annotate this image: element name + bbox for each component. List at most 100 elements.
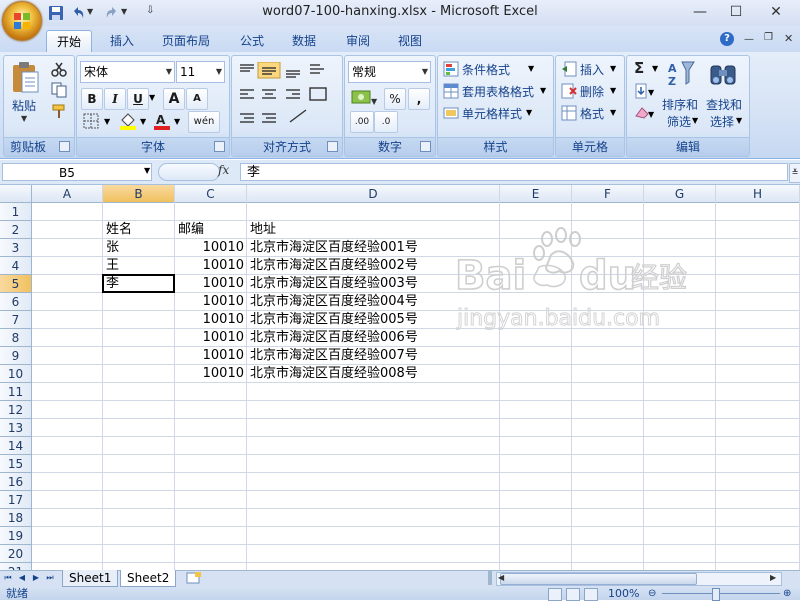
row-header-19[interactable]: 19 — [0, 527, 32, 545]
next-sheet-icon[interactable]: ▶ — [31, 572, 41, 584]
maximize-button[interactable]: ☐ — [722, 2, 750, 22]
delete-cells-button[interactable]: 删除 — [580, 83, 604, 100]
fill-color-icon[interactable] — [118, 112, 138, 130]
row-header-18[interactable]: 18 — [0, 509, 32, 527]
cell-c8[interactable]: 10010 — [178, 329, 244, 347]
row-header-7[interactable]: 7 — [0, 311, 32, 329]
clear-icon[interactable]: ▼ — [634, 105, 656, 121]
column-header-b[interactable]: B — [103, 185, 175, 203]
sort-filter-label[interactable]: 排序和 — [662, 96, 698, 113]
row-header-13[interactable]: 13 — [0, 419, 32, 437]
decrease-decimal-button[interactable]: .0 — [374, 111, 398, 133]
help-icon[interactable]: ? — [720, 32, 734, 46]
row-header-5[interactable]: 5 — [0, 275, 32, 293]
paste-dropdown-icon[interactable]: ▼ — [21, 114, 27, 123]
minimize-button[interactable]: — — [686, 2, 714, 22]
horizontal-scroll-thumb[interactable] — [500, 573, 697, 585]
shrink-font-button[interactable]: A — [186, 88, 208, 110]
grow-font-button[interactable]: A — [163, 88, 185, 110]
currency-icon[interactable]: ▼ — [350, 88, 378, 106]
font-launcher-icon[interactable] — [214, 141, 225, 152]
cell-d9[interactable]: 北京市海淀区百度经验007号 — [250, 347, 418, 365]
paste-button[interactable]: 粘贴 — [12, 97, 36, 114]
copy-icon[interactable] — [51, 82, 67, 98]
row-header-9[interactable]: 9 — [0, 347, 32, 365]
sheet-tab-sheet2[interactable]: Sheet2 — [120, 570, 177, 587]
row-header-3[interactable]: 3 — [0, 239, 32, 257]
column-header-c[interactable]: C — [175, 185, 247, 203]
row-header-17[interactable]: 17 — [0, 491, 32, 509]
name-box-dropdown-icon[interactable]: ▼ — [144, 166, 150, 175]
row-header-8[interactable]: 8 — [0, 329, 32, 347]
column-header-e[interactable]: E — [500, 185, 572, 203]
cell-c9[interactable]: 10010 — [178, 347, 244, 365]
row-header-2[interactable]: 2 — [0, 221, 32, 239]
select-all-corner[interactable] — [0, 185, 32, 203]
row-header-12[interactable]: 12 — [0, 401, 32, 419]
conditional-format-button[interactable]: 条件格式 — [462, 61, 510, 78]
row-header-1[interactable]: 1 — [0, 203, 32, 221]
row-header-10[interactable]: 10 — [0, 365, 32, 383]
row-header-11[interactable]: 11 — [0, 383, 32, 401]
save-icon[interactable] — [48, 5, 64, 21]
prev-sheet-icon[interactable]: ◀ — [17, 572, 27, 584]
workbook-close-icon[interactable]: ✕ — [784, 32, 793, 45]
paste-icon[interactable] — [10, 60, 40, 94]
row-header-21[interactable]: 21 — [0, 563, 32, 570]
number-format-select[interactable]: 常规 ▼ — [348, 61, 431, 83]
tab-data[interactable]: 数据 — [282, 30, 326, 52]
tab-home[interactable]: 开始 — [46, 30, 93, 53]
cell-styles-button[interactable]: 单元格样式 — [462, 105, 522, 122]
redo-dropdown-icon[interactable]: ▼ — [121, 7, 127, 16]
undo-icon[interactable] — [70, 5, 86, 21]
column-header-g[interactable]: G — [644, 185, 716, 203]
row-header-4[interactable]: 4 — [0, 257, 32, 275]
sort-filter-icon[interactable]: A Z — [668, 60, 696, 90]
cell-b3[interactable]: 张 — [106, 239, 119, 257]
italic-button[interactable]: I — [104, 88, 126, 110]
underline-dropdown-icon[interactable]: ▼ — [149, 93, 155, 102]
comma-button[interactable]: , — [408, 88, 430, 110]
cell-d2[interactable]: 地址 — [250, 221, 276, 239]
zoom-in-icon[interactable]: ⊕ — [783, 588, 791, 599]
font-name-select[interactable]: 宋体 ▼ — [80, 61, 175, 83]
find-select-label-2[interactable]: 选择 — [710, 113, 734, 130]
insert-sheet-icon[interactable] — [184, 571, 204, 585]
cell-c4[interactable]: 10010 — [178, 257, 244, 275]
row-header-20[interactable]: 20 — [0, 545, 32, 563]
clipboard-launcher-icon[interactable] — [59, 141, 70, 152]
insert-function-button[interactable]: fx — [218, 163, 229, 177]
cell-c6[interactable]: 10010 — [178, 293, 244, 311]
find-select-icon[interactable] — [708, 60, 738, 90]
cell-d6[interactable]: 北京市海淀区百度经验004号 — [250, 293, 418, 311]
close-button[interactable]: ✕ — [762, 2, 790, 22]
worksheet-grid[interactable]: ABCDEFGH 1 2 3 4 5 6 7 8 9 10 11 12 13 14 15 16 17 18 19 20… — [0, 185, 800, 570]
tab-splitter[interactable] — [488, 571, 492, 585]
cell-d4[interactable]: 北京市海淀区百度经验002号 — [250, 257, 418, 275]
row-header-15[interactable]: 15 — [0, 455, 32, 473]
format-painter-icon[interactable] — [51, 103, 67, 119]
percent-button[interactable]: % — [384, 88, 406, 110]
column-header-h[interactable]: H — [716, 185, 800, 203]
underline-button[interactable]: U — [127, 88, 149, 110]
undo-dropdown-icon[interactable]: ▼ — [87, 7, 93, 16]
zoom-slider-thumb[interactable] — [712, 588, 720, 601]
cell-d8[interactable]: 北京市海淀区百度经验006号 — [250, 329, 418, 347]
column-header-f[interactable]: F — [572, 185, 644, 203]
cut-icon[interactable] — [51, 61, 67, 77]
font-color-icon[interactable]: A — [152, 112, 172, 130]
format-cells-button[interactable]: 格式 — [580, 105, 604, 122]
cell-b2[interactable]: 姓名 — [106, 221, 132, 239]
fill-color-dropdown-icon[interactable]: ▼ — [140, 117, 146, 126]
border-dropdown-icon[interactable]: ▼ — [104, 117, 110, 126]
tab-page-layout[interactable]: 页面布局 — [152, 30, 220, 52]
zoom-slider[interactable] — [662, 593, 780, 594]
increase-decimal-button[interactable]: .00 — [350, 111, 374, 133]
office-button[interactable] — [2, 1, 42, 41]
phonetic-button[interactable]: wén — [188, 111, 220, 133]
font-color-dropdown-icon[interactable]: ▼ — [174, 117, 180, 126]
last-sheet-icon[interactable]: ⏭ — [45, 572, 55, 584]
zoom-level[interactable]: 100% — [608, 587, 639, 600]
scroll-left-icon[interactable]: ◀ — [498, 573, 504, 582]
row-header-16[interactable]: 16 — [0, 473, 32, 491]
